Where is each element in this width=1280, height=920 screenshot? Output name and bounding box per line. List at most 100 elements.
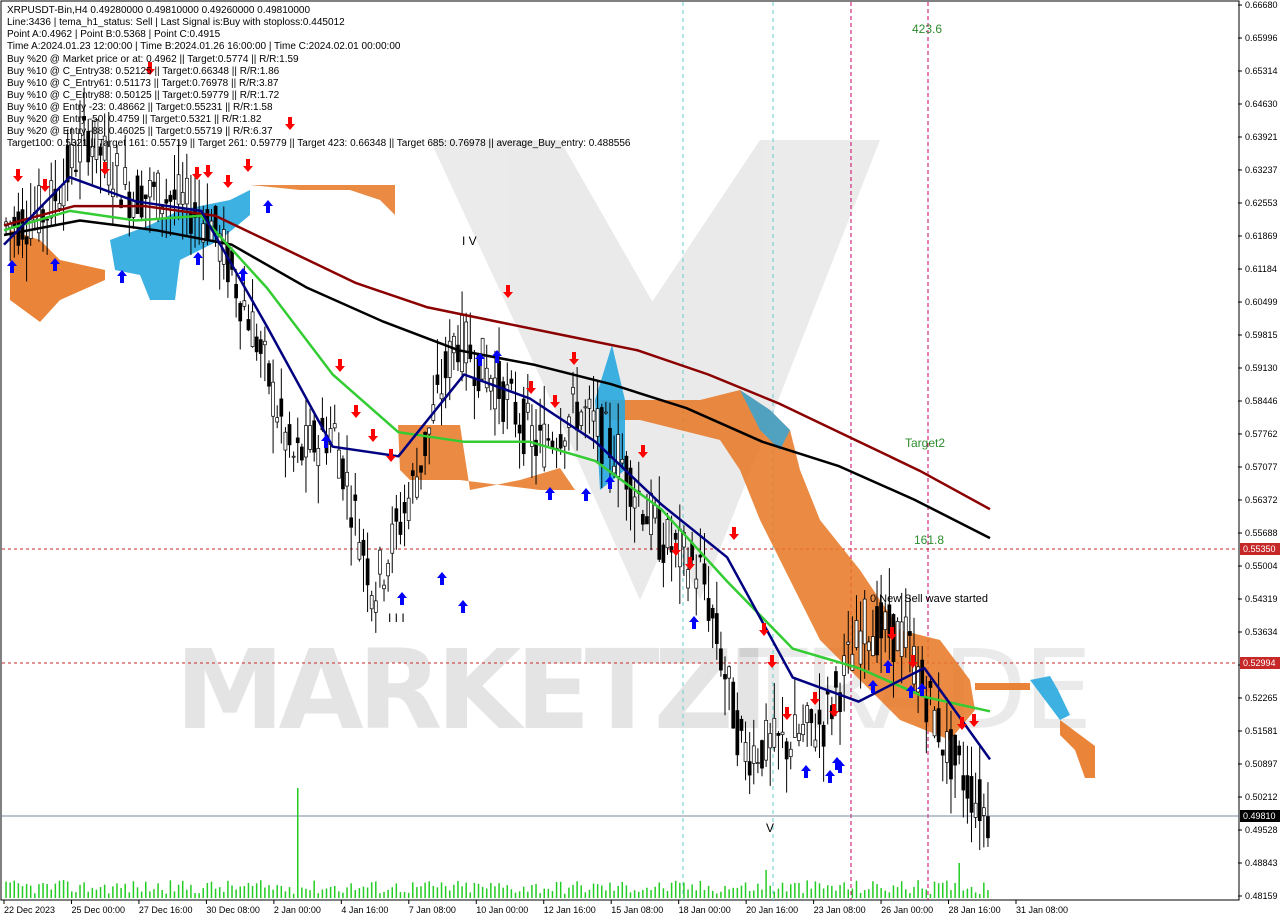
candle-up [271, 381, 275, 417]
candle-up [357, 542, 362, 560]
candle-up [562, 440, 567, 447]
candle-down [279, 398, 284, 417]
candle-down [127, 191, 132, 218]
x-tick-label: 4 Jan 16:00 [341, 905, 388, 915]
candle-down [168, 194, 173, 202]
candle-up [176, 174, 181, 205]
candle-down [949, 729, 953, 780]
candle-up [780, 731, 785, 736]
candle-up [788, 748, 793, 757]
label-161: 161.8 [914, 533, 944, 547]
candle-up [945, 731, 949, 763]
candle-down [936, 708, 941, 743]
candle-up [764, 720, 768, 761]
candle-down [300, 446, 304, 461]
x-tick-label: 30 Dec 08:00 [206, 905, 260, 915]
candle-down [394, 508, 399, 522]
y-tick-label: 0.61869 [1245, 231, 1278, 241]
candle-down [784, 741, 789, 760]
candle-up [751, 745, 756, 764]
candle-down [961, 775, 966, 791]
candle-down [24, 236, 29, 245]
info-line: Target100: 0.5321 || Target 161: 0.55719… [7, 138, 631, 149]
x-tick-label: 22 Dec 2023 [4, 905, 55, 915]
candle-down [702, 563, 707, 585]
candle-down [152, 181, 156, 187]
candle-up [801, 723, 805, 736]
candle-up [106, 146, 111, 186]
candle-down [640, 514, 645, 525]
candle-up [484, 367, 489, 389]
y-tick-label: 0.60499 [1245, 297, 1278, 307]
candle-down [977, 779, 982, 822]
candle-up [653, 505, 658, 519]
candle-down [657, 507, 662, 560]
candle-up [616, 434, 621, 477]
candle-down [456, 344, 460, 363]
candle-up [439, 393, 444, 400]
candle-down [706, 598, 711, 621]
candle-down [143, 194, 148, 199]
candle-up [805, 705, 810, 724]
candle-up [899, 621, 904, 657]
info-line: Point A:0.4962 | Point B:0.5368 | Point … [7, 29, 221, 40]
y-tick-label: 0.65314 [1245, 66, 1278, 76]
x-tick-label: 31 Jan 08:00 [1016, 905, 1068, 915]
candle-up [525, 402, 530, 413]
candle-up [57, 202, 62, 209]
candle-up [369, 595, 374, 610]
y-tick-label: 0.57762 [1245, 429, 1278, 439]
candle-down [419, 465, 423, 473]
candle-down [546, 438, 551, 441]
y-tick-label: 0.54319 [1245, 594, 1278, 604]
candle-down [698, 554, 703, 558]
x-tick-label: 25 Dec 00:00 [71, 905, 125, 915]
candle-down [398, 521, 403, 535]
candle-up [743, 742, 748, 762]
candle-down [45, 218, 49, 221]
candle-up [686, 569, 690, 589]
candle-down [760, 740, 764, 769]
candle-down [875, 606, 879, 656]
y-tick-label: 0.56372 [1245, 495, 1278, 505]
candle-down [517, 424, 522, 434]
x-tick-label: 28 Jan 16:00 [949, 905, 1001, 915]
candle-down [986, 816, 990, 839]
x-tick-label: 20 Jan 16:00 [746, 905, 798, 915]
x-tick-label: 12 Jan 16:00 [544, 905, 596, 915]
candle-down [739, 718, 744, 731]
info-line: Buy %10 @ C_Entry88: 0.50125 || Target:0… [7, 90, 280, 101]
candle-down [365, 558, 370, 586]
candle-down [735, 710, 740, 756]
y-tick-label: 0.55688 [1245, 528, 1278, 538]
label-423: 423.6 [912, 22, 942, 36]
candle-up [115, 153, 119, 167]
info-line: Buy %20 @ Entry -50: 0.4759 || Target:0.… [7, 114, 262, 125]
candle-up [871, 636, 875, 656]
candle-up [772, 717, 777, 748]
candle-up [595, 408, 600, 437]
candle-up [123, 167, 128, 185]
candle-up [858, 630, 863, 665]
candle-up [275, 417, 280, 423]
candle-down [238, 303, 243, 322]
x-tick-label: 18 Jan 00:00 [679, 905, 731, 915]
candle-up [866, 641, 871, 652]
candle-down [287, 424, 292, 446]
candle-up [846, 641, 851, 645]
candle-up [427, 427, 432, 435]
candle-down [550, 440, 555, 448]
x-tick-label: 7 Jan 08:00 [409, 905, 456, 915]
price-chart[interactable]: MARKETZI TRADE 423.6 Target2 16 [0, 0, 1280, 920]
candle-up [386, 563, 390, 577]
candle-up [587, 398, 592, 409]
candle-up [378, 549, 382, 575]
candle-up [332, 423, 337, 429]
x-tick-label: 27 Dec 16:00 [139, 905, 193, 915]
candle-down [226, 243, 230, 283]
candle-down [402, 502, 407, 514]
candle-down [353, 494, 358, 501]
candle-up [903, 616, 908, 648]
candle-up [505, 384, 510, 400]
candle-down [312, 420, 317, 453]
